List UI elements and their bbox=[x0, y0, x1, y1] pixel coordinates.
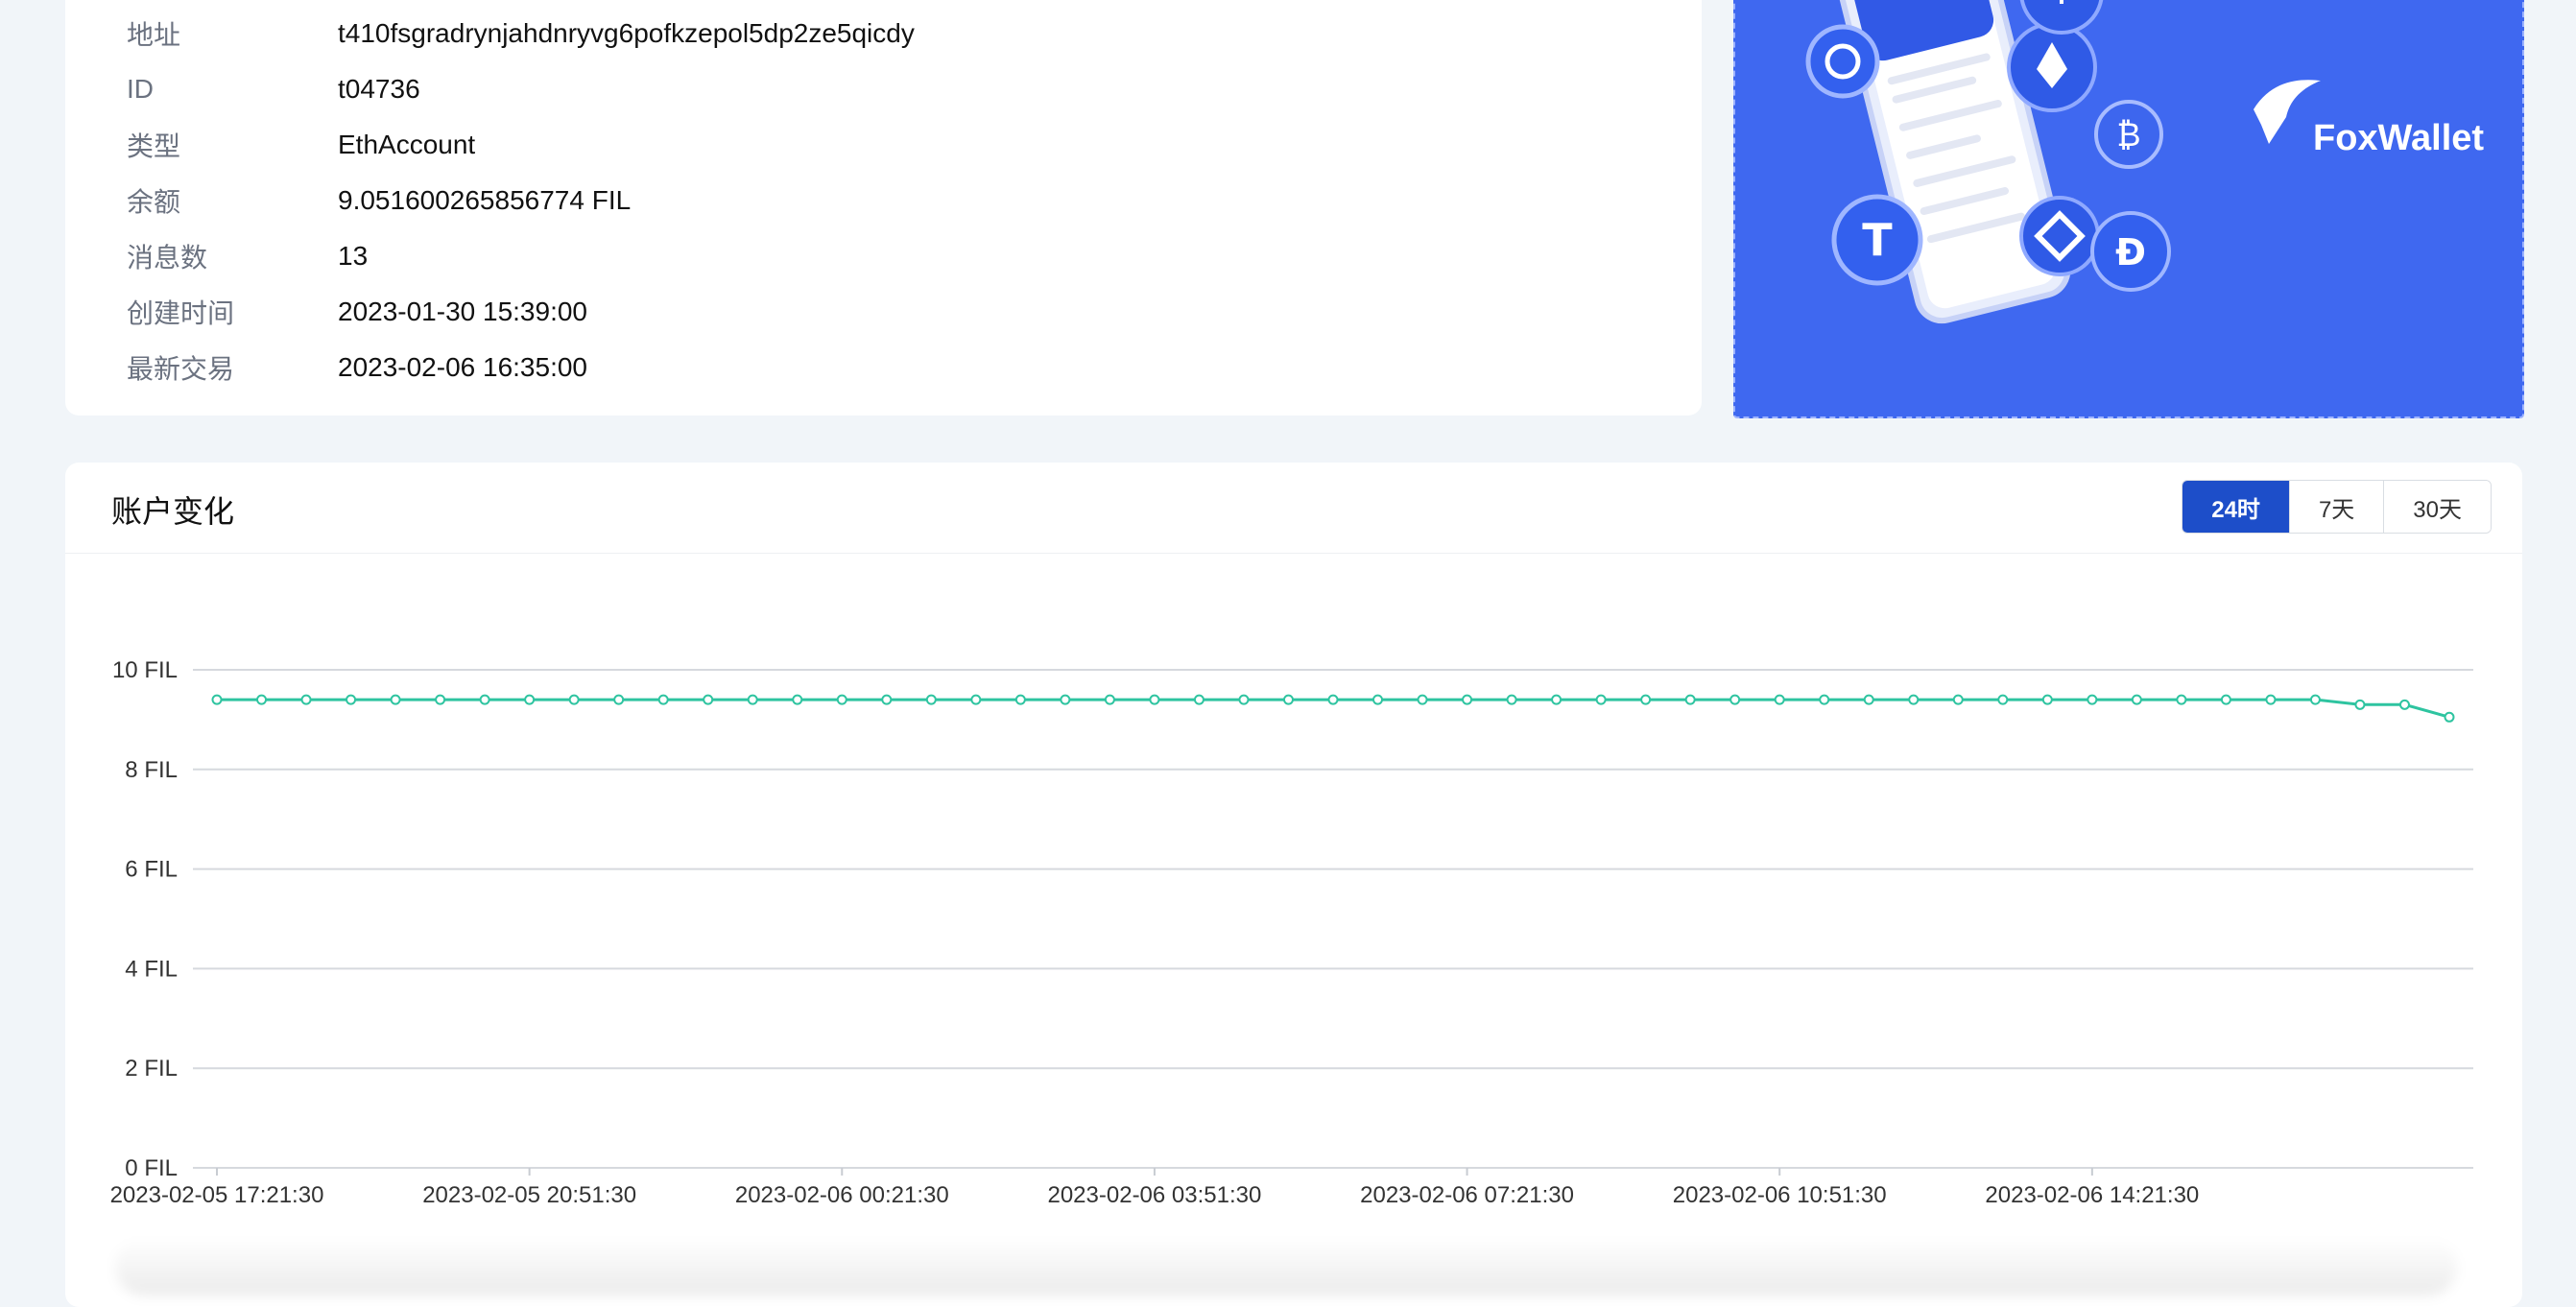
data-point[interactable] bbox=[1640, 694, 1652, 705]
y-tick-label: 4 FIL bbox=[125, 956, 178, 982]
data-point[interactable] bbox=[2131, 694, 2142, 705]
data-point[interactable] bbox=[435, 694, 446, 705]
data-point[interactable] bbox=[1863, 694, 1874, 705]
y-tick-label: 2 FIL bbox=[125, 1056, 178, 1081]
data-point[interactable] bbox=[925, 694, 937, 705]
data-point[interactable] bbox=[1952, 694, 1964, 705]
data-point[interactable] bbox=[1774, 694, 1785, 705]
data-point[interactable] bbox=[390, 694, 401, 705]
data-point[interactable] bbox=[613, 694, 625, 705]
data-point[interactable] bbox=[1551, 694, 1562, 705]
data-point[interactable] bbox=[2041, 694, 2053, 705]
data-point[interactable] bbox=[1238, 694, 1250, 705]
x-tick-label: 2023-02-05 17:21:30 bbox=[110, 1182, 324, 1208]
data-point[interactable] bbox=[1417, 694, 1428, 705]
data-point[interactable] bbox=[792, 694, 803, 705]
data-point[interactable] bbox=[881, 694, 893, 705]
x-tick-label: 2023-02-05 20:51:30 bbox=[422, 1182, 636, 1208]
data-point[interactable] bbox=[2265, 694, 2277, 705]
x-tick-label: 2023-02-06 07:21:30 bbox=[1360, 1182, 1574, 1208]
balance-line-chart: 0 FIL 2 FIL 4 FIL 6 FIL 8 FIL 10 FIL 2023-02-0… bbox=[110, 657, 2473, 1208]
data-point[interactable] bbox=[211, 694, 223, 705]
data-point[interactable] bbox=[1729, 694, 1741, 705]
data-point[interactable] bbox=[2398, 699, 2410, 710]
y-tick-label: 0 FIL bbox=[125, 1155, 178, 1181]
y-tick-label: 8 FIL bbox=[125, 757, 178, 783]
data-point[interactable] bbox=[1372, 694, 1384, 705]
data-point[interactable] bbox=[2176, 694, 2187, 705]
data-point[interactable] bbox=[1595, 694, 1607, 705]
data-point[interactable] bbox=[1506, 694, 1517, 705]
data-point[interactable] bbox=[1997, 694, 2009, 705]
data-point[interactable] bbox=[2087, 694, 2098, 705]
data-point[interactable] bbox=[1908, 694, 1920, 705]
data-point[interactable] bbox=[1819, 694, 1830, 705]
data-point[interactable] bbox=[568, 694, 580, 705]
x-tick-label: 2023-02-06 00:21:30 bbox=[735, 1182, 949, 1208]
data-point[interactable] bbox=[1193, 694, 1205, 705]
x-tick-label: 2023-02-06 03:51:30 bbox=[1047, 1182, 1261, 1208]
data-point[interactable] bbox=[703, 694, 714, 705]
data-point[interactable] bbox=[747, 694, 758, 705]
x-tick-label: 2023-02-06 14:21:30 bbox=[1985, 1182, 2199, 1208]
data-point[interactable] bbox=[479, 694, 490, 705]
data-point[interactable] bbox=[1327, 694, 1339, 705]
data-point[interactable] bbox=[2444, 711, 2455, 723]
data-point[interactable] bbox=[657, 694, 669, 705]
data-point[interactable] bbox=[1282, 694, 1294, 705]
data-point[interactable] bbox=[1684, 694, 1696, 705]
data-point[interactable] bbox=[300, 694, 312, 705]
y-tick-label: 10 FIL bbox=[112, 657, 178, 683]
data-point[interactable] bbox=[1149, 694, 1160, 705]
y-tick-label: 6 FIL bbox=[125, 857, 178, 883]
data-point[interactable] bbox=[256, 694, 268, 705]
data-point[interactable] bbox=[1104, 694, 1115, 705]
data-point[interactable] bbox=[1014, 694, 1026, 705]
data-point[interactable] bbox=[524, 694, 536, 705]
data-point[interactable] bbox=[1462, 694, 1473, 705]
bottom-shadow bbox=[115, 1238, 2457, 1295]
data-point[interactable] bbox=[2354, 699, 2366, 710]
x-tick-label: 2023-02-06 10:51:30 bbox=[1673, 1182, 1887, 1208]
data-point[interactable] bbox=[2220, 694, 2231, 705]
data-point[interactable] bbox=[1060, 694, 1071, 705]
data-point[interactable] bbox=[970, 694, 982, 705]
data-point[interactable] bbox=[836, 694, 847, 705]
data-point[interactable] bbox=[2309, 694, 2321, 705]
data-point[interactable] bbox=[346, 694, 357, 705]
